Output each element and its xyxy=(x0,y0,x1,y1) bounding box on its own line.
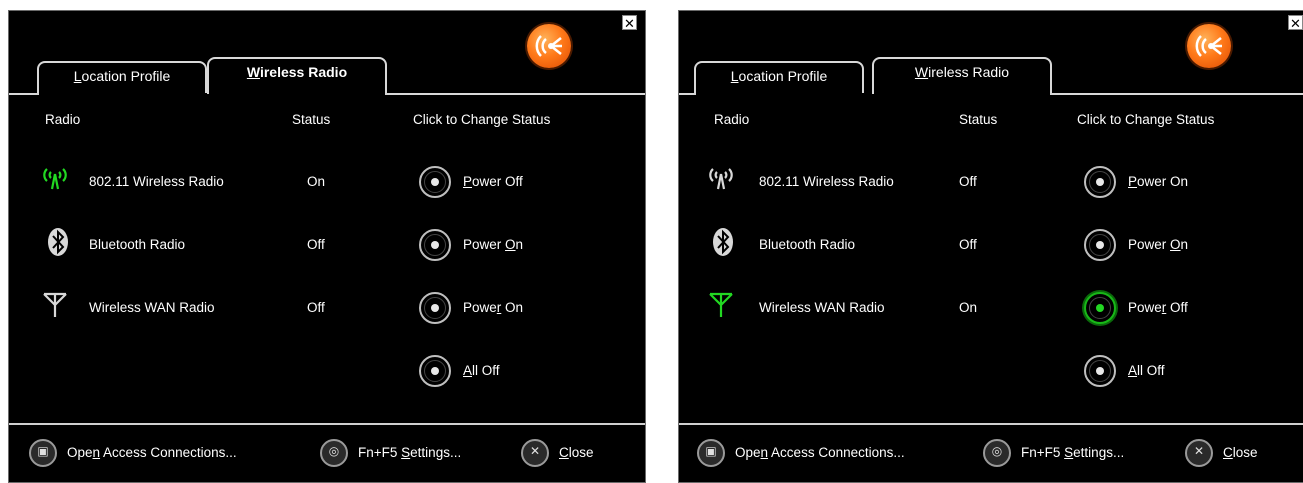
all-off-button[interactable]: All Off xyxy=(1084,355,1204,391)
close-button[interactable]: ✕ Close xyxy=(1185,439,1275,469)
radio-toggle-active-icon xyxy=(1084,292,1116,324)
tab-divider xyxy=(9,93,39,95)
all-off-label: All Off xyxy=(1128,363,1165,378)
change-status-column-header: Click to Change Status xyxy=(413,112,551,127)
bluetooth-icon xyxy=(713,228,733,256)
radio-column-header: Radio xyxy=(45,112,81,127)
status-wan: Off xyxy=(307,300,325,315)
toggle-bluetooth-label: Power On xyxy=(463,237,524,252)
fn-f5-settings-button[interactable]: ◎ Fn+F5 Settings... xyxy=(320,439,480,469)
wan-antenna-icon xyxy=(709,292,733,317)
radio-toggle-icon xyxy=(419,292,451,324)
status-bluetooth: Off xyxy=(307,237,325,252)
status-wifi: Off xyxy=(959,174,977,189)
toggle-wifi-button[interactable]: Power On xyxy=(1084,166,1224,202)
close-window-icon[interactable]: ✕ xyxy=(1288,15,1303,31)
wifi-antenna-icon xyxy=(709,168,733,190)
toggle-bluetooth-button[interactable]: Power On xyxy=(1084,229,1224,265)
fn-f5-settings-label: Fn+F5 Settings... xyxy=(358,445,462,460)
all-off-button[interactable]: All Off xyxy=(419,355,539,391)
wan-antenna-icon xyxy=(43,292,67,317)
toggle-wan-label: Power On xyxy=(463,300,524,315)
radio-toggle-icon xyxy=(1084,229,1116,261)
toggle-wifi-label: Power On xyxy=(1128,174,1189,189)
close-label: Close xyxy=(559,445,594,460)
toggle-wifi-button[interactable]: Power Off xyxy=(419,166,559,202)
radio-toggle-icon xyxy=(419,355,451,387)
footer-divider xyxy=(9,423,645,425)
tab-wireless-radio[interactable]: Wireless Radio xyxy=(207,57,387,94)
tab-divider xyxy=(1050,93,1303,95)
open-access-connections-button[interactable]: ▣ Open Access Connections... xyxy=(697,439,947,469)
tab-divider xyxy=(385,93,645,95)
close-label: Close xyxy=(1223,445,1258,460)
footer-divider xyxy=(679,423,1303,425)
tab-wireless-radio[interactable]: Wireless Radio xyxy=(872,57,1052,94)
toggle-wan-button[interactable]: Power Off xyxy=(1084,292,1224,328)
tab-divider xyxy=(679,93,696,95)
close-window-icon[interactable]: ✕ xyxy=(622,15,637,31)
wifi-antenna-icon xyxy=(43,168,67,190)
status-column-header: Status xyxy=(959,112,998,127)
wireless-radio-dialog-before: ✕ Location Profile Wireless Radio Radio … xyxy=(8,10,646,483)
status-bluetooth: Off xyxy=(959,237,977,252)
radio-name-wan: Wireless WAN Radio xyxy=(759,300,885,315)
tab-location-profile[interactable]: Location Profile xyxy=(694,61,864,93)
radio-name-bluetooth: Bluetooth Radio xyxy=(89,237,186,252)
toggle-wan-button[interactable]: Power On xyxy=(419,292,559,328)
radio-toggle-icon xyxy=(1084,355,1116,387)
bluetooth-icon xyxy=(48,228,68,256)
toggle-bluetooth-button[interactable]: Power On xyxy=(419,229,559,265)
radio-column-header: Radio xyxy=(714,112,750,127)
radio-name-wifi: 802.11 Wireless Radio xyxy=(89,174,224,189)
open-access-connections-label: Open Access Connections... xyxy=(735,445,905,460)
toggle-bluetooth-label: Power On xyxy=(1128,237,1189,252)
settings-icon: ◎ xyxy=(983,439,1011,467)
monitor-icon: ▣ xyxy=(29,439,57,467)
all-off-label: All Off xyxy=(463,363,500,378)
close-button[interactable]: ✕ Close xyxy=(521,439,611,469)
status-wan: On xyxy=(959,300,978,315)
monitor-icon: ▣ xyxy=(697,439,725,467)
tab-location-profile[interactable]: Location Profile xyxy=(37,61,207,93)
status-column-header: Status xyxy=(292,112,331,127)
status-wifi: On xyxy=(307,174,326,189)
toggle-wifi-label: Power Off xyxy=(463,174,523,189)
toggle-wan-label: Power Off xyxy=(1128,300,1188,315)
radio-name-bluetooth: Bluetooth Radio xyxy=(759,237,856,252)
radio-name-wan: Wireless WAN Radio xyxy=(89,300,215,315)
fn-f5-settings-label: Fn+F5 Settings... xyxy=(1021,445,1125,460)
wireless-radio-dialog-after: ✕ Location Profile Wireless Radio Radio … xyxy=(678,10,1303,483)
close-icon: ✕ xyxy=(1185,439,1213,467)
settings-icon: ◎ xyxy=(320,439,348,467)
access-connections-logo-icon xyxy=(1187,24,1231,68)
radio-toggle-icon xyxy=(1084,166,1116,198)
radio-name-wifi: 802.11 Wireless Radio xyxy=(759,174,894,189)
radio-toggle-icon xyxy=(419,166,451,198)
change-status-column-header: Click to Change Status xyxy=(1077,112,1215,127)
access-connections-logo-icon xyxy=(527,24,571,68)
open-access-connections-label: Open Access Connections... xyxy=(67,445,237,460)
fn-f5-settings-button[interactable]: ◎ Fn+F5 Settings... xyxy=(983,439,1143,469)
open-access-connections-button[interactable]: ▣ Open Access Connections... xyxy=(29,439,279,469)
radio-toggle-icon xyxy=(419,229,451,261)
close-icon: ✕ xyxy=(521,439,549,467)
